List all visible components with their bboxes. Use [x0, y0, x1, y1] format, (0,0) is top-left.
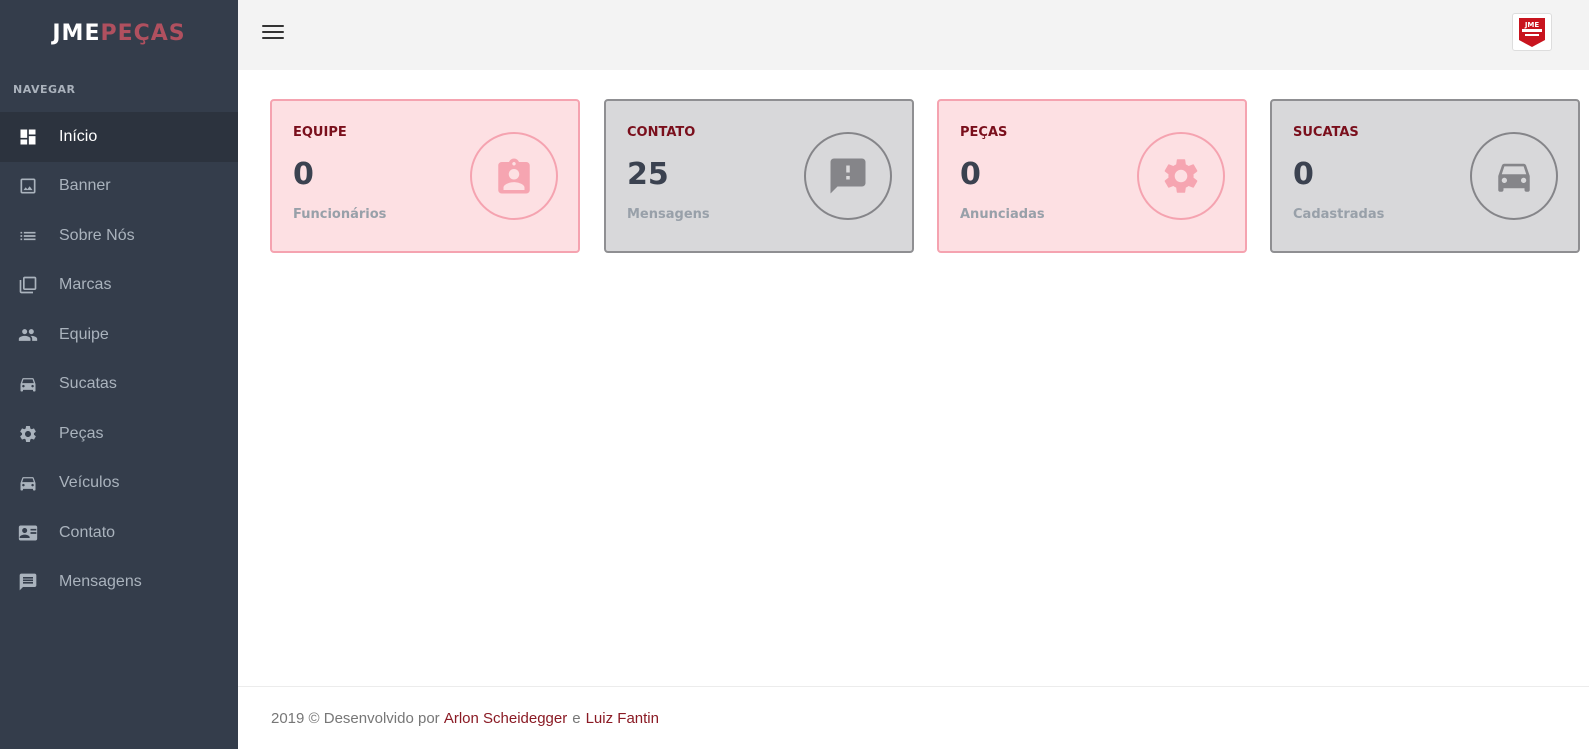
list-icon [17, 225, 39, 247]
sidebar-item-banner[interactable]: Banner [0, 162, 238, 212]
badge-icon [470, 132, 558, 220]
hamburger-menu-icon[interactable] [262, 22, 284, 42]
user-avatar[interactable]: JME [1512, 13, 1552, 51]
sidebar-item-pecas[interactable]: Peças [0, 409, 238, 459]
card-subtitle: Funcionários [293, 207, 387, 222]
top-header: JME [238, 0, 1589, 70]
stat-card-contato[interactable]: CONTATO 25 Mensagens [604, 99, 914, 253]
card-value: 0 [1293, 157, 1314, 192]
sidebar-item-label: Banner [59, 177, 111, 195]
sidebar-item-label: Veículos [59, 474, 120, 492]
stat-card-pecas[interactable]: PEÇAS 0 Anunciadas [937, 99, 1247, 253]
library-icon [17, 274, 39, 296]
sidebar-item-sobre-nos[interactable]: Sobre Nós [0, 211, 238, 261]
card-subtitle: Cadastradas [1293, 207, 1385, 222]
sidebar-item-inicio[interactable]: Início [0, 112, 238, 162]
sidebar-item-label: Mensagens [59, 573, 142, 591]
card-title: CONTATO [627, 125, 696, 140]
stat-card-sucatas[interactable]: SUCATAS 0 Cadastradas [1270, 99, 1580, 253]
car-icon [17, 472, 39, 494]
sidebar-item-label: Início [59, 127, 98, 145]
card-title: PEÇAS [960, 125, 1008, 140]
feedback-icon [804, 132, 892, 220]
sidebar-item-veiculos[interactable]: Veículos [0, 459, 238, 509]
sidebar-item-label: Sobre Nós [59, 226, 135, 244]
people-icon [17, 324, 39, 346]
sidebar-item-label: Peças [59, 424, 104, 442]
dashboard-icon [17, 126, 39, 148]
sidebar-item-label: Sucatas [59, 375, 117, 393]
stat-card-equipe[interactable]: EQUIPE 0 Funcionários [270, 99, 580, 253]
image-icon [17, 175, 39, 197]
message-icon [17, 571, 39, 593]
sidebar-item-label: Contato [59, 523, 116, 541]
card-subtitle: Mensagens [627, 207, 710, 222]
gear-icon [1137, 132, 1225, 220]
card-value: 25 [627, 157, 669, 192]
sidebar-item-sucatas[interactable]: Sucatas [0, 360, 238, 410]
footer-author-link-2[interactable]: Luiz Fantin [586, 710, 659, 727]
sidebar: JME PEÇAS NAVEGAR Início Banner Sobre Nós… [0, 0, 238, 749]
contact-card-icon [17, 522, 39, 544]
card-value: 0 [960, 157, 981, 192]
sidebar-item-marcas[interactable]: Marcas [0, 261, 238, 311]
gear-icon [17, 423, 39, 445]
footer-copyright: 2019 © Desenvolvido por [271, 709, 440, 727]
card-title: SUCATAS [1293, 125, 1359, 140]
sidebar-item-label: Marcas [59, 276, 112, 294]
sidebar-item-contato[interactable]: Contato [0, 508, 238, 558]
footer-author-link-1[interactable]: Arlon Scheidegger [444, 710, 567, 727]
brand-text-jme: JME [52, 20, 101, 46]
footer-separator: e [572, 709, 581, 727]
sidebar-item-mensagens[interactable]: Mensagens [0, 558, 238, 608]
sidebar-item-label: Equipe [59, 325, 109, 343]
brand-logo[interactable]: JME PEÇAS [0, 0, 238, 66]
sidebar-item-equipe[interactable]: Equipe [0, 310, 238, 360]
jme-logo-icon: JME [1519, 18, 1545, 47]
svg-text:JME: JME [1524, 21, 1540, 29]
card-subtitle: Anunciadas [960, 207, 1045, 222]
card-value: 0 [293, 157, 314, 192]
car-icon [17, 373, 39, 395]
card-title: EQUIPE [293, 125, 347, 140]
nav-heading: NAVEGAR [13, 82, 76, 96]
car-icon [1470, 132, 1558, 220]
footer: 2019 © Desenvolvido por Arlon Scheidegge… [238, 686, 1589, 749]
brand-text-pecas: PEÇAS [100, 20, 186, 46]
